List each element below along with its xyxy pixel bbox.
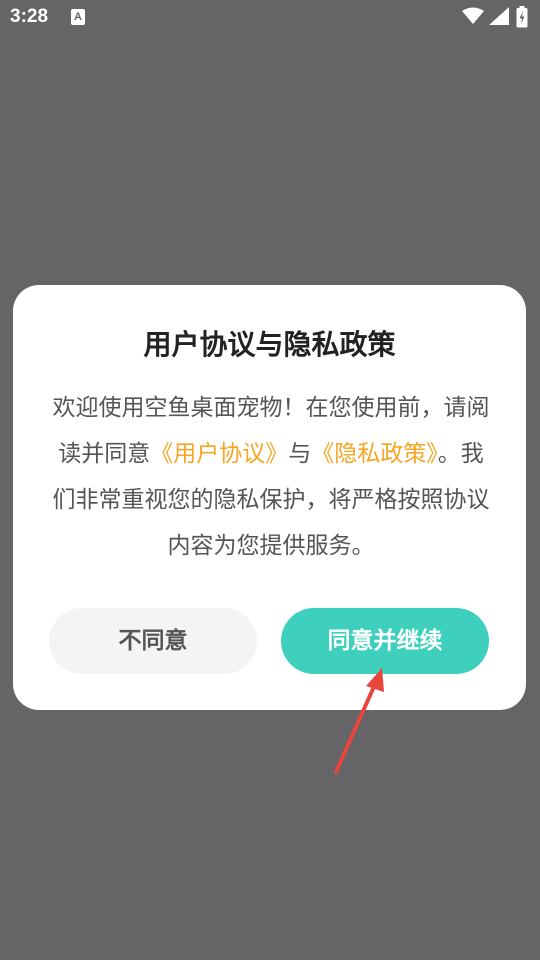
privacy-dialog: 用户协议与隐私政策 欢迎使用空鱼桌面宠物！在您使用前，请阅读并同意《用户协议》与… — [13, 285, 526, 710]
wifi-icon — [462, 7, 484, 24]
status-time: 3:28 — [10, 6, 49, 27]
status-bar: 3:28 A — [0, 0, 540, 36]
dialog-body: 欢迎使用空鱼桌面宠物！在您使用前，请阅读并同意《用户协议》与《隐私政策》。我们非… — [51, 385, 491, 569]
disagree-button[interactable]: 不同意 — [49, 608, 257, 674]
user-agreement-link[interactable]: 《用户协议》 — [150, 441, 288, 467]
signal-icon — [489, 7, 509, 25]
body-text-part2: 与 — [288, 441, 312, 467]
privacy-policy-link[interactable]: 《隐私政策》 — [311, 441, 438, 467]
dialog-title: 用户协议与隐私政策 — [143, 328, 396, 361]
red-arrow-annotation-icon — [334, 668, 384, 774]
notification-a-icon: A — [71, 9, 85, 25]
battery-icon — [516, 6, 528, 28]
